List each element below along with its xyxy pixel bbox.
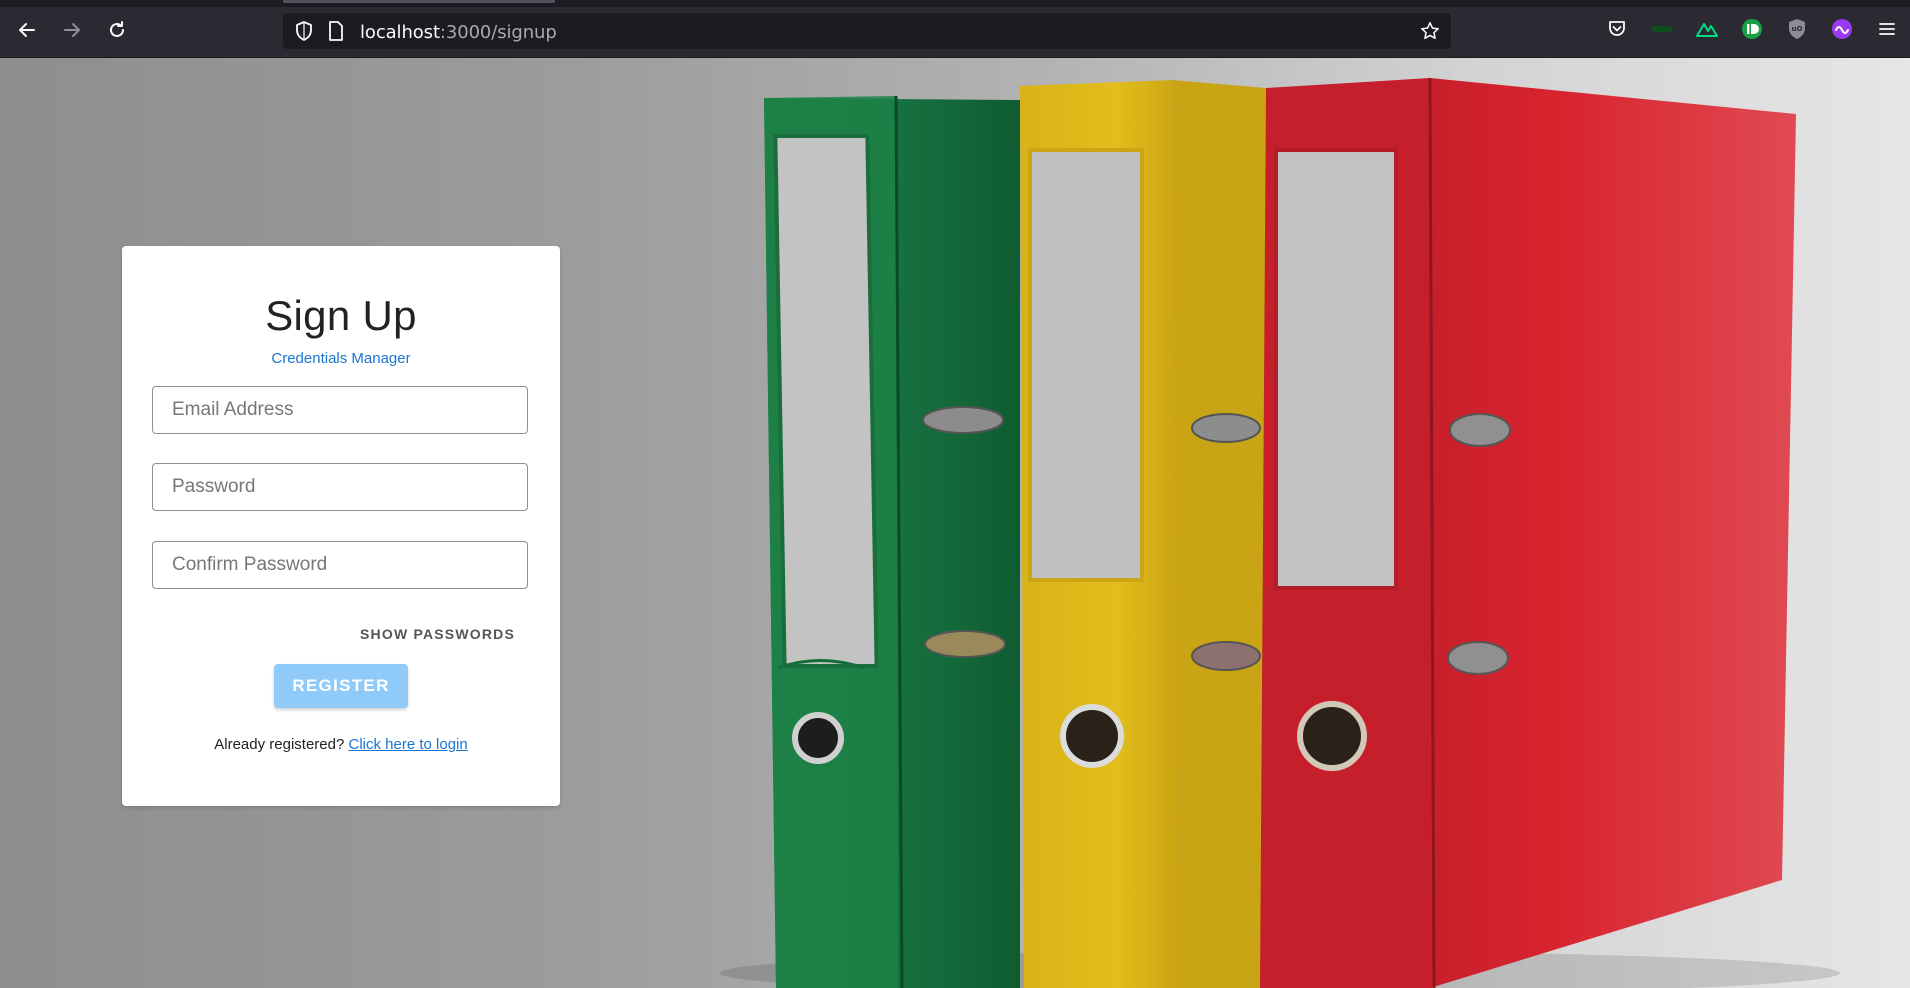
password-input[interactable] [153,464,527,510]
email-field[interactable] [152,386,528,434]
app-subtitle: Credentials Manager [271,350,411,367]
arrow-left-icon [19,23,35,37]
pocket-icon[interactable] [1606,18,1628,40]
signup-card: Sign Up Credentials Manager SHOW PASSWOR… [122,246,560,806]
extension-green-icon[interactable] [1741,18,1763,40]
shield-icon[interactable] [294,21,314,41]
url-host: localhost [360,22,440,43]
page-icon[interactable] [326,21,346,41]
yellow-binder [1020,80,1266,988]
active-tab-indicator [283,0,555,3]
url-bar[interactable]: localhost:3000/signup [283,13,1451,49]
reload-icon [110,21,124,37]
green-binder [764,95,1020,988]
show-passwords-button[interactable]: SHOW PASSWORDS [360,626,515,642]
forward-button[interactable] [55,13,89,47]
arrow-right-icon [64,23,80,37]
back-button[interactable] [10,13,44,47]
menu-icon[interactable] [1876,18,1898,40]
extension-dark-icon[interactable] [1651,18,1673,40]
extension-purple-icon[interactable] [1831,18,1853,40]
confirm-password-input[interactable] [153,542,527,588]
register-button[interactable]: REGISTER [274,664,408,708]
login-prompt-text: Already registered? [214,736,345,753]
star-icon[interactable] [1420,21,1440,41]
browser-toolbar: localhost:3000/signup uO [0,0,1910,58]
email-input[interactable] [153,387,527,433]
password-field[interactable] [152,463,528,511]
url-text[interactable]: localhost:3000/signup [360,22,557,43]
login-link[interactable]: Click here to login [349,736,468,753]
red-binder [1260,77,1796,988]
signup-page: Sign Up Credentials Manager SHOW PASSWOR… [0,58,1910,988]
login-prompt-line: Already registered? Click here to login [122,736,560,753]
reload-button[interactable] [100,13,134,47]
ublock-icon[interactable]: uO [1786,18,1808,40]
confirm-password-field[interactable] [152,541,528,589]
url-path: :3000/signup [439,22,557,43]
svg-text:uO: uO [1792,25,1803,33]
page-title: Sign Up [265,292,417,339]
nuxt-devtools-icon[interactable] [1696,18,1718,40]
